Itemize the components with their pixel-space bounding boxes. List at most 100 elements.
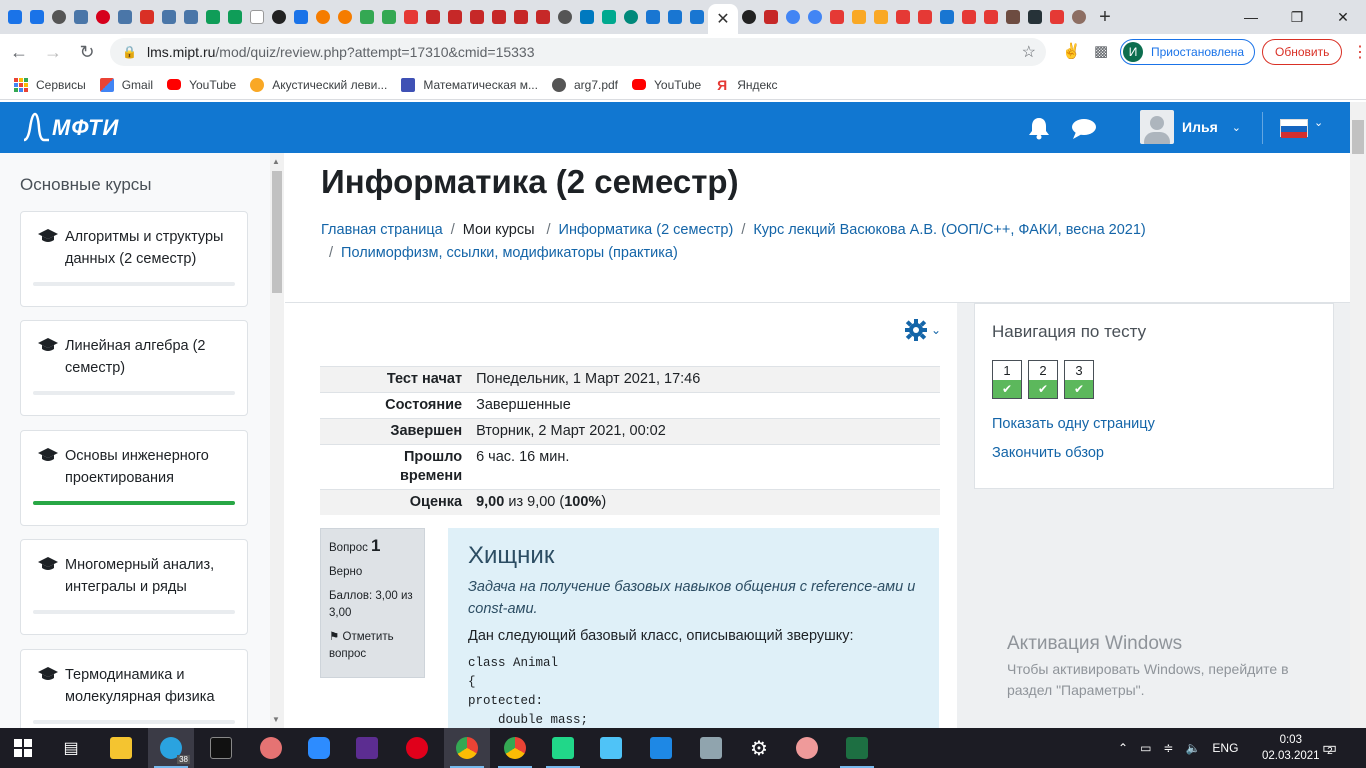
app-icon[interactable]: [344, 728, 390, 768]
restore-icon[interactable]: ❐: [1274, 0, 1320, 34]
wifi-icon[interactable]: ≑: [1163, 741, 1173, 755]
tab[interactable]: [664, 0, 686, 34]
tab[interactable]: [4, 0, 26, 34]
tab[interactable]: [158, 0, 180, 34]
breadcrumb-link[interactable]: Главная страница: [321, 222, 443, 238]
tab[interactable]: [1046, 0, 1068, 34]
tab[interactable]: [488, 0, 510, 34]
course-card[interactable]: Многомерный анализ, интегралы и ряды: [20, 539, 248, 635]
tab[interactable]: [576, 0, 598, 34]
telegram-icon[interactable]: 38: [148, 728, 194, 768]
active-tab-close-icon[interactable]: ✕: [708, 4, 738, 34]
file-explorer-icon[interactable]: [98, 728, 144, 768]
course-card[interactable]: Линейная алгебра (2 семестр): [20, 320, 248, 416]
bookmark-item[interactable]: Gmail: [99, 77, 153, 92]
tab[interactable]: [1002, 0, 1024, 34]
back-icon[interactable]: ←: [4, 37, 34, 67]
tab[interactable]: [246, 0, 268, 34]
update-button[interactable]: Обновить: [1262, 39, 1343, 65]
course-card[interactable]: Алгоритмы и структуры данных (2 семестр): [20, 211, 248, 307]
breadcrumb-link[interactable]: Полиморфизм, ссылки, модификаторы (практ…: [341, 245, 678, 261]
show-one-page-link[interactable]: Показать одну страницу: [992, 416, 1155, 432]
course-card[interactable]: Основы инженерного проектирования: [20, 430, 248, 526]
app-icon[interactable]: [588, 728, 634, 768]
opera-icon[interactable]: [394, 728, 440, 768]
tab[interactable]: [642, 0, 664, 34]
tab[interactable]: [400, 0, 422, 34]
tab[interactable]: [686, 0, 708, 34]
bookmark-item[interactable]: YouTube: [167, 78, 236, 92]
page-scrollbar[interactable]: [1350, 102, 1366, 728]
scroll-down-icon[interactable]: ▼: [272, 715, 280, 724]
question-nav-button[interactable]: 3 ✔: [1064, 360, 1094, 399]
chrome-icon[interactable]: [444, 728, 490, 768]
tab[interactable]: [356, 0, 378, 34]
profile-button[interactable]: И Приостановлена: [1120, 39, 1256, 65]
tab[interactable]: [848, 0, 870, 34]
minimize-icon[interactable]: —: [1228, 0, 1274, 34]
tab[interactable]: [936, 0, 958, 34]
zoom-icon[interactable]: [296, 728, 342, 768]
breadcrumb-link[interactable]: Курс лекций Васюкова А.В. (ООП/C++, ФАКИ…: [753, 222, 1145, 238]
tab[interactable]: [312, 0, 334, 34]
drawer-scrollbar[interactable]: ▲ ▼: [270, 153, 284, 728]
url-bar[interactable]: 🔒 lms.mipt.ru/mod/quiz/review.php?attemp…: [110, 38, 1046, 66]
question-nav-button[interactable]: 1 ✔: [992, 360, 1022, 399]
tab[interactable]: [510, 0, 532, 34]
terminal-icon[interactable]: [198, 728, 244, 768]
menu-kebab-icon[interactable]: ⋮: [1352, 42, 1366, 62]
bookmark-item[interactable]: Акустический леви...: [250, 77, 387, 92]
question-nav-button[interactable]: 2 ✔: [1028, 360, 1058, 399]
tab[interactable]: [826, 0, 848, 34]
chevron-up-icon[interactable]: ⌃: [1118, 741, 1128, 755]
tab[interactable]: [202, 0, 224, 34]
tab[interactable]: [782, 0, 804, 34]
app-icon[interactable]: [688, 728, 734, 768]
user-menu[interactable]: Илья ⌄: [1140, 110, 1241, 144]
tab[interactable]: [738, 0, 760, 34]
close-icon[interactable]: ✕: [1320, 0, 1366, 34]
excel-icon[interactable]: [834, 728, 880, 768]
photos-icon[interactable]: [638, 728, 684, 768]
notifications-bell-icon[interactable]: [1026, 116, 1052, 140]
forward-icon[interactable]: →: [38, 37, 68, 67]
tab[interactable]: [180, 0, 202, 34]
tab[interactable]: [554, 0, 576, 34]
tab[interactable]: [114, 0, 136, 34]
tab[interactable]: [892, 0, 914, 34]
bookmark-item[interactable]: Сервисы: [14, 77, 86, 92]
tab[interactable]: [1024, 0, 1046, 34]
notifications-button[interactable]: ▭ 2: [1322, 728, 1337, 768]
app-icon[interactable]: [248, 728, 294, 768]
tab[interactable]: [26, 0, 48, 34]
course-card[interactable]: Термодинамика и молекулярная физика: [20, 649, 248, 728]
tab[interactable]: [268, 0, 290, 34]
start-windows-icon[interactable]: [0, 728, 46, 768]
bookmark-item[interactable]: arg7.pdf: [551, 77, 618, 92]
clock[interactable]: 0:03 02.03.2021: [1262, 732, 1320, 764]
breadcrumb-link[interactable]: Информатика (2 семестр): [559, 222, 734, 238]
bookmark-item[interactable]: YouTube: [632, 78, 701, 92]
tab[interactable]: [1068, 0, 1090, 34]
app-icon[interactable]: [784, 728, 830, 768]
tab[interactable]: [980, 0, 1002, 34]
tab[interactable]: [334, 0, 356, 34]
flag-question[interactable]: ⚑ Отметить вопрос: [329, 629, 416, 663]
language-flag-icon[interactable]: [1280, 119, 1308, 138]
task-view-icon[interactable]: ▤: [48, 728, 94, 768]
tab[interactable]: [378, 0, 400, 34]
scroll-up-icon[interactable]: ▲: [272, 157, 280, 166]
tab[interactable]: [598, 0, 620, 34]
tab[interactable]: [804, 0, 826, 34]
tab[interactable]: [870, 0, 892, 34]
settings-gear-icon[interactable]: ⚙: [736, 728, 782, 768]
tab[interactable]: [92, 0, 114, 34]
volume-icon[interactable]: 🔈: [1185, 741, 1200, 755]
tab[interactable]: [914, 0, 936, 34]
bookmark-star-icon[interactable]: ☆: [1022, 42, 1036, 62]
extensions-puzzle-icon[interactable]: ▩: [1094, 42, 1108, 60]
reload-icon[interactable]: ↻: [72, 37, 102, 67]
battery-icon[interactable]: ▭: [1140, 741, 1151, 755]
chevron-down-icon[interactable]: ⌄: [1314, 116, 1323, 129]
language-indicator[interactable]: ENG: [1212, 741, 1238, 755]
